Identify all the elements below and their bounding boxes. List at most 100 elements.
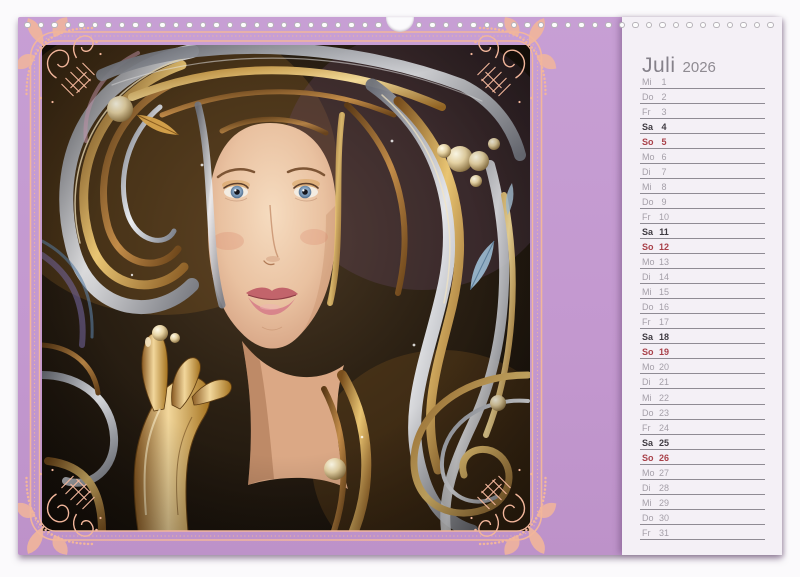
- weekday-label: Mi: [642, 182, 652, 192]
- binding-hole: [335, 22, 342, 29]
- weekday-label: So: [642, 453, 654, 463]
- note-line: [640, 283, 765, 284]
- note-line: [640, 103, 765, 104]
- binding-hole: [565, 22, 572, 29]
- note-line: [640, 388, 765, 389]
- weekday-label: Mi: [642, 498, 652, 508]
- weekday-label: Sa: [642, 332, 653, 342]
- binding-hole: [348, 22, 355, 29]
- weekday-label: Mo: [642, 257, 655, 267]
- binding-hole: [200, 22, 207, 29]
- year-label: 2026: [683, 59, 716, 76]
- day-number: 1: [657, 77, 671, 87]
- binding-hole: [240, 22, 247, 29]
- binding-hole: [119, 22, 126, 29]
- day-number: 19: [657, 347, 671, 357]
- weekday-label: Do: [642, 302, 654, 312]
- date-row: Mi 1: [640, 75, 765, 90]
- binding-hole: [740, 22, 747, 29]
- binding-hole: [267, 22, 274, 29]
- day-number: 15: [657, 287, 671, 297]
- binding-hole: [78, 22, 85, 29]
- day-number: 9: [657, 197, 671, 207]
- note-line: [640, 373, 765, 374]
- binding-hole: [538, 22, 545, 29]
- binding-hole: [24, 22, 31, 29]
- binding-hole: [146, 22, 153, 29]
- day-number: 23: [657, 408, 671, 418]
- weekday-label: Fr: [642, 212, 651, 222]
- note-line: [640, 223, 765, 224]
- weekday-label: Do: [642, 92, 654, 102]
- weekday-label: Sa: [642, 438, 653, 448]
- binding-hole: [254, 22, 261, 29]
- weekday-label: Di: [642, 272, 651, 282]
- binding-hole: [524, 22, 531, 29]
- note-line: [640, 494, 765, 495]
- day-number: 20: [657, 362, 671, 372]
- portrait-illustration: [42, 45, 530, 531]
- binding-hole: [470, 22, 477, 29]
- date-row: Mi 8: [640, 180, 765, 195]
- day-number: 12: [657, 242, 671, 252]
- binding-hole: [673, 22, 680, 29]
- weekday-label: Di: [642, 167, 651, 177]
- date-row: Mo13: [640, 255, 765, 270]
- day-number: 11: [657, 227, 671, 237]
- binding-hole: [186, 22, 193, 29]
- binding-hole: [321, 22, 328, 29]
- portrait-artwork: [42, 45, 530, 531]
- date-row: Do23: [640, 406, 765, 421]
- date-row: Mi15: [640, 285, 765, 300]
- note-line: [640, 118, 765, 119]
- hanger-hole: [386, 17, 414, 32]
- date-row: Di 21: [640, 375, 765, 390]
- date-row: So26: [640, 451, 765, 466]
- binding-hole: [646, 22, 653, 29]
- binding-hole: [551, 22, 558, 29]
- date-row: Di7: [640, 165, 765, 180]
- weekday-label: Sa: [642, 227, 653, 237]
- date-row: Do30: [640, 511, 765, 526]
- date-row: Di28: [640, 481, 765, 496]
- binding-hole: [659, 22, 666, 29]
- weekday-label: So: [642, 242, 654, 252]
- weekday-label: Mi: [642, 393, 652, 403]
- weekday-label: Di: [642, 377, 651, 387]
- note-line: [640, 479, 765, 480]
- note-line: [640, 148, 765, 149]
- binding-hole: [38, 22, 45, 29]
- binding-hole: [362, 22, 369, 29]
- day-number: 21: [657, 377, 671, 387]
- weekday-label: Mi: [642, 77, 652, 87]
- date-row: Fr31: [640, 526, 765, 541]
- day-number: 8: [657, 182, 671, 192]
- binding-hole: [767, 22, 774, 29]
- day-number: 26: [657, 453, 671, 463]
- note-line: [640, 178, 765, 179]
- day-number: 27: [657, 468, 671, 478]
- note-line: [640, 449, 765, 450]
- day-number: 6: [657, 152, 671, 162]
- note-line: [640, 298, 765, 299]
- day-number: 29: [657, 498, 671, 508]
- calendar-page: Juli2026 Mi1Do2Fr3Sa4So5Mo6Di7Mi8Do9Fr10…: [18, 17, 782, 555]
- weekday-label: Do: [642, 513, 654, 523]
- weekday-label: Mo: [642, 362, 655, 372]
- note-line: [640, 464, 765, 465]
- date-row: Fr24: [640, 421, 765, 436]
- date-row: Sa4: [640, 120, 765, 135]
- note-line: [640, 208, 765, 209]
- binding-hole: [632, 22, 639, 29]
- weekday-label: Do: [642, 408, 654, 418]
- binding-hole: [213, 22, 220, 29]
- note-line: [640, 343, 765, 344]
- date-row: Mo6: [640, 150, 765, 165]
- day-number: 4: [657, 122, 671, 132]
- binding-hole: [51, 22, 58, 29]
- day-number: 24: [657, 423, 671, 433]
- day-number: 17: [657, 317, 671, 327]
- day-number: 30: [657, 513, 671, 523]
- binding-hole: [227, 22, 234, 29]
- binding-hole: [375, 22, 382, 29]
